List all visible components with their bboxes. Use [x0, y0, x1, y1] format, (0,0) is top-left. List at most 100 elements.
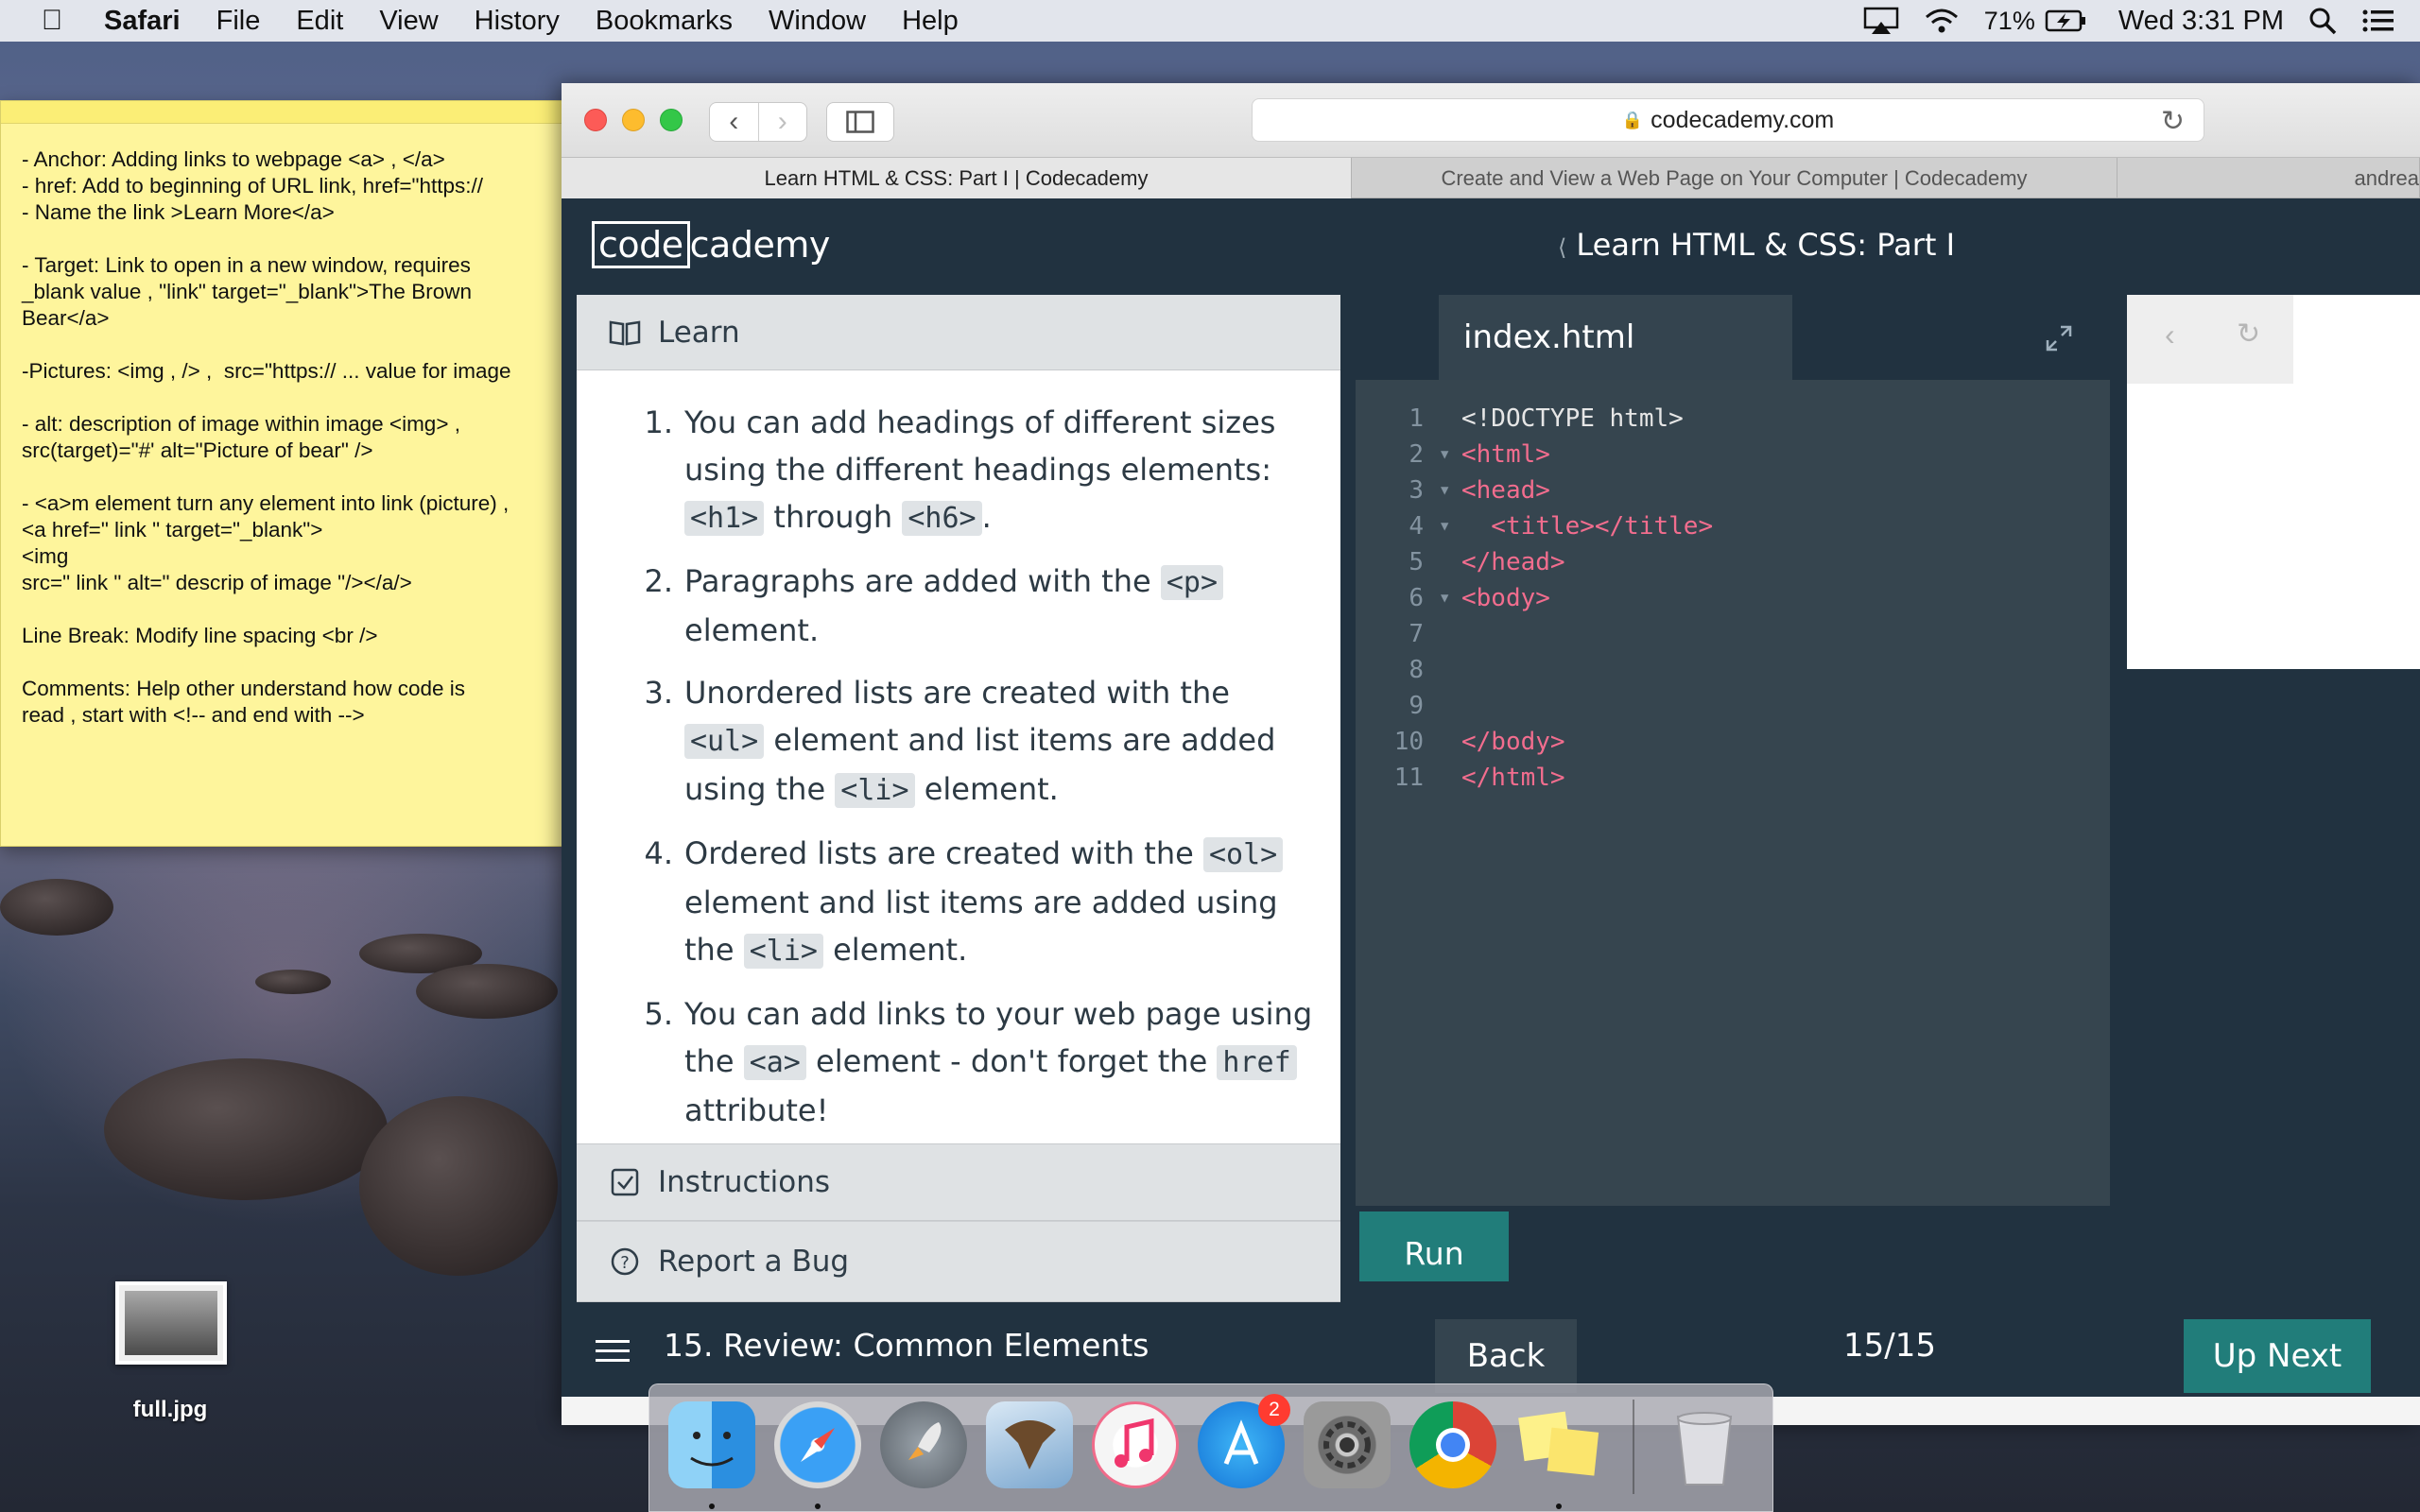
menu-help[interactable]: Help [902, 6, 959, 37]
sticky-blank-line [22, 596, 542, 623]
menu-history[interactable]: History [475, 6, 560, 37]
course-title-text: Learn HTML & CSS: Part I [1576, 227, 1956, 263]
line-number: 11 [1393, 764, 1424, 792]
line-number: 5 [1409, 548, 1424, 576]
learn-header[interactable]: Learn [577, 295, 1340, 370]
tab-andrea[interactable]: andrea [2118, 158, 2420, 198]
report-bug-label: Report a Bug [658, 1245, 850, 1279]
gear-icon [1323, 1421, 1371, 1469]
inline-code: <li> [835, 773, 915, 808]
menu-file[interactable]: File [216, 6, 261, 37]
sticky-note-body[interactable]: - Anchor: Adding links to webpage <a> , … [1, 124, 562, 751]
system-preferences-icon[interactable] [1304, 1401, 1391, 1488]
finder-icon[interactable] [668, 1401, 755, 1488]
inline-code: <ul> [684, 724, 765, 759]
sidebar-toggle-button[interactable] [826, 102, 894, 142]
trash-icon[interactable] [1661, 1401, 1748, 1488]
line-number: 2 [1409, 440, 1424, 469]
expand-icon[interactable] [2046, 325, 2072, 352]
instructions-header[interactable]: Instructions [577, 1143, 1340, 1221]
wifi-icon[interactable] [1924, 7, 1960, 35]
menu-edit[interactable]: Edit [296, 6, 343, 37]
fold-arrow-icon[interactable]: ▼ [1441, 437, 1448, 472]
back-button[interactable]: Back [1435, 1319, 1577, 1393]
reload-icon[interactable]: ↻ [2161, 105, 2185, 138]
code-line: 9 [1356, 688, 2110, 724]
fold-arrow-icon[interactable]: ▼ [1441, 508, 1448, 544]
sticky-line: Bear</a> [22, 306, 110, 330]
list-item: 2. Paragraphs are added with the <p> elem… [614, 558, 1314, 654]
list-item-text: You can add headings of different sizes … [684, 404, 1276, 488]
airplay-icon[interactable] [1863, 7, 1899, 35]
browser-preview: ‹ ↻ [2127, 295, 2420, 669]
up-next-button[interactable]: Up Next [2184, 1319, 2371, 1393]
close-window-button[interactable] [584, 109, 607, 131]
code-line: 10 </body> [1356, 724, 2110, 760]
app-store-icon[interactable]: 2 [1198, 1394, 1290, 1488]
notification-center-icon[interactable] [2361, 8, 2395, 34]
photo-thumbnail [125, 1291, 217, 1355]
forward-nav-icon[interactable]: › [757, 103, 807, 141]
svg-text:?: ? [620, 1253, 630, 1273]
launchpad-icon[interactable] [880, 1401, 967, 1488]
hamburger-menu-icon[interactable] [596, 1338, 630, 1365]
menu-view[interactable]: View [379, 6, 438, 37]
code-text-area[interactable]: 1 <!DOCTYPE html> 2 ▼ <html> 3 ▼ <head> 4 ▼ <titl… [1356, 380, 2110, 1206]
code-line: 1 <!DOCTYPE html> [1356, 401, 2110, 437]
sticky-note[interactable]: - Anchor: Adding links to webpage <a> , … [0, 100, 563, 847]
line-number: 8 [1409, 656, 1424, 684]
editor-file-tab[interactable]: index.html [1439, 295, 1792, 380]
zoom-window-button[interactable] [660, 109, 683, 131]
running-indicator [709, 1503, 715, 1509]
run-button[interactable]: Run [1359, 1211, 1509, 1281]
sticky-line: - <a>m element turn any element into lin… [22, 491, 510, 515]
stickies-icon[interactable] [1515, 1401, 1602, 1488]
inline-code: <ol> [1202, 837, 1284, 872]
code-line: 4 ▼ <title></title> [1356, 508, 2110, 544]
preview-back-icon[interactable]: ‹ [2165, 318, 2175, 352]
menu-app-name[interactable]: Safari [104, 6, 181, 37]
safari-toolbar: ‹ › 🔒 codecademy.com ↻ [562, 83, 2420, 157]
sticky-line: - Target: Link to open in a new window, … [22, 253, 471, 277]
preview-refresh-icon[interactable]: ↻ [2237, 318, 2260, 351]
safari-icon[interactable] [774, 1401, 861, 1488]
menu-bookmarks[interactable]: Bookmarks [596, 6, 733, 37]
codecademy-logo[interactable]: code cademy [592, 221, 830, 268]
sticky-line: <a href=" link " target="_blank"> [22, 518, 323, 541]
sticky-title-bar[interactable] [1, 101, 562, 124]
menubar-clock[interactable]: Wed 3:31 PM [2118, 6, 2284, 37]
address-bar[interactable]: 🔒 codecademy.com ↻ [1252, 98, 2204, 142]
inline-code: <h6> [902, 501, 982, 536]
apple-menu-icon[interactable]:  [0, 5, 104, 37]
lesson-name[interactable]: 15. Review: Common Elements [664, 1327, 1149, 1364]
desktop-file-thumbnail[interactable] [115, 1281, 227, 1365]
code-line: 2 ▼ <html> [1356, 437, 2110, 472]
code-line: 7 [1356, 616, 2110, 652]
menu-window[interactable]: Window [769, 6, 866, 37]
sticky-line: read , start with <!-- and end with --> [22, 703, 365, 727]
list-item-text: . [981, 499, 992, 535]
itunes-icon[interactable] [1092, 1401, 1179, 1488]
list-item: 1. You can add headings of different size… [614, 399, 1314, 542]
fold-arrow-icon[interactable]: ▼ [1441, 580, 1448, 616]
desktop-rock [359, 1096, 558, 1276]
report-bug-header[interactable]: ? Report a Bug [577, 1221, 1340, 1302]
spotlight-search-icon[interactable] [2308, 7, 2337, 35]
sticky-blank-line [22, 649, 542, 676]
tab-create-view-web-page[interactable]: Create and View a Web Page on Your Compu… [1352, 158, 2118, 198]
review-list: 1. You can add headings of different size… [614, 399, 1314, 1143]
question-circle-icon: ? [611, 1247, 639, 1276]
list-item-text: Unordered lists are created with the [684, 675, 1230, 711]
back-nav-icon[interactable]: ‹ [710, 103, 758, 141]
fold-arrow-icon[interactable]: ▼ [1441, 472, 1448, 508]
chrome-icon[interactable] [1409, 1401, 1496, 1488]
dock-separator [1633, 1400, 1634, 1494]
battery-charging-icon[interactable] [2045, 9, 2088, 33]
minimize-window-button[interactable] [622, 109, 645, 131]
sticky-line: _blank value , "link" target="_blank">Th… [22, 280, 472, 303]
tab-learn-html-css[interactable]: Learn HTML & CSS: Part I | Codecademy [562, 158, 1352, 198]
codecademy-app: code cademy ⟨ Learn HTML & CSS: Part I Lea… [562, 198, 2420, 1397]
mail-icon[interactable] [986, 1401, 1073, 1488]
course-title[interactable]: ⟨ Learn HTML & CSS: Part I [1558, 227, 1955, 263]
desktop-file-label[interactable]: full.jpg [95, 1397, 246, 1423]
